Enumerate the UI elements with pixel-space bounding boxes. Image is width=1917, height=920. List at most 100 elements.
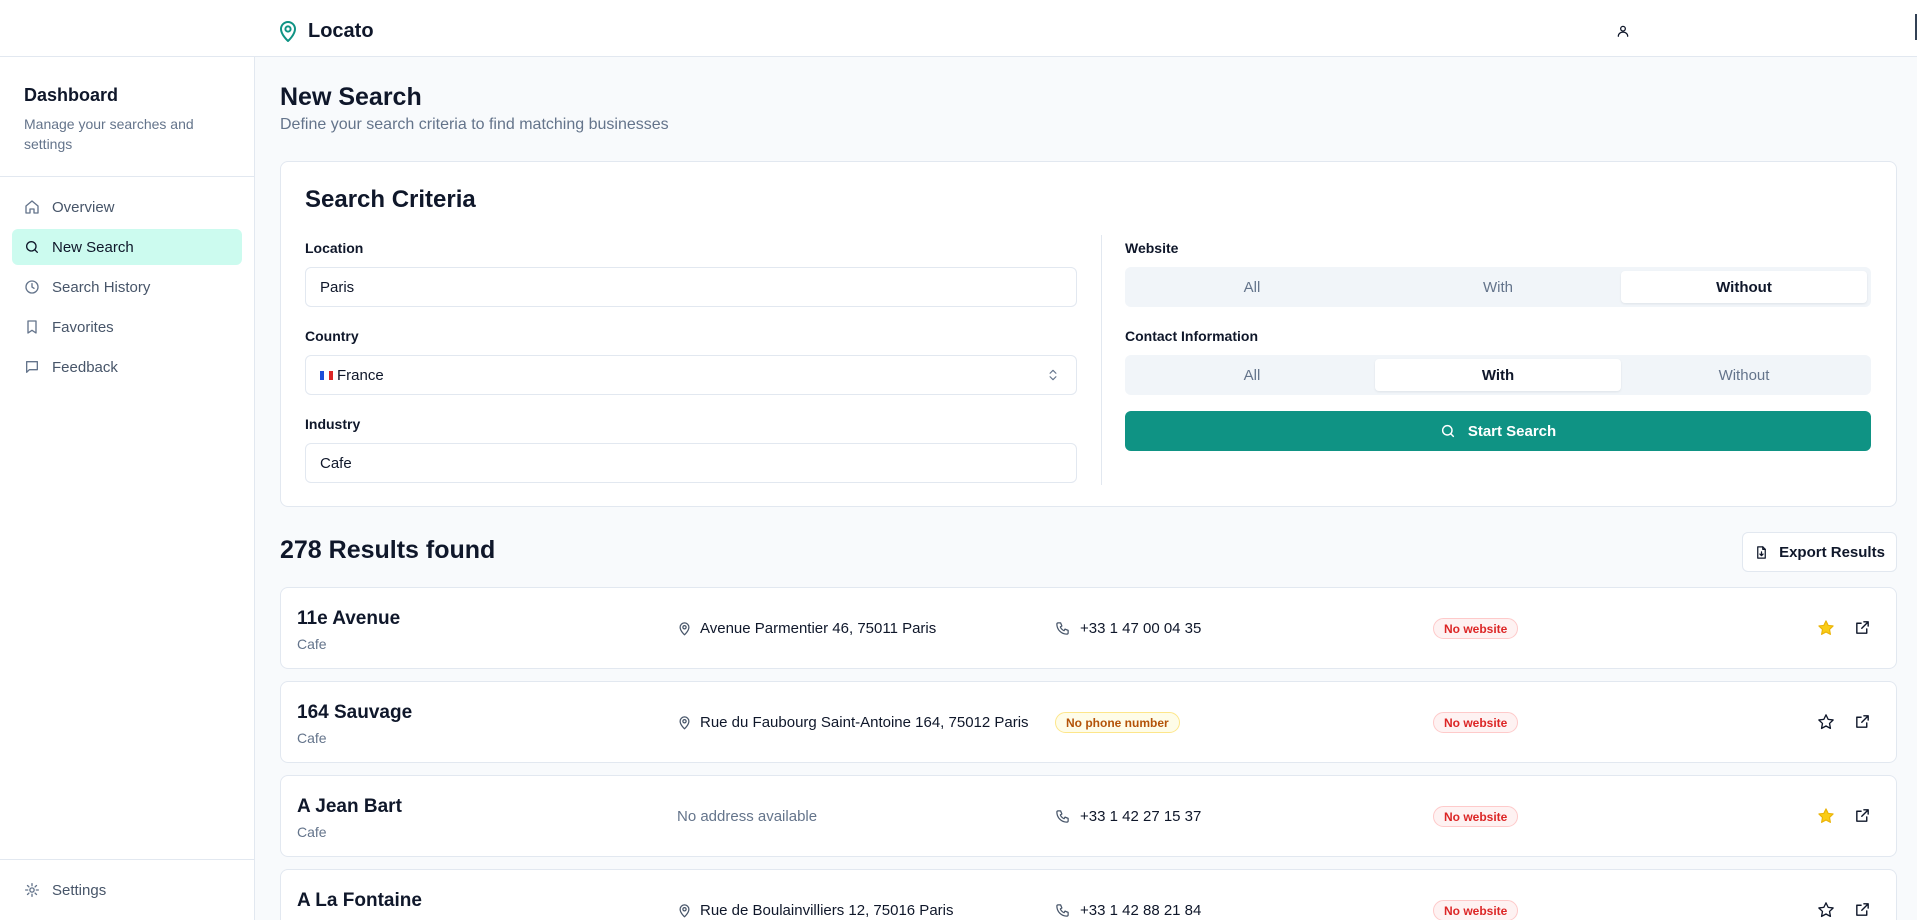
page-title: New Search: [280, 83, 422, 111]
location-label: Location: [305, 240, 364, 256]
card-title: Search Criteria: [305, 186, 476, 213]
map-pin-icon: [280, 21, 296, 42]
address-text: Rue de Boulainvilliers 12, 75016 Paris: [700, 902, 954, 919]
export-results-button[interactable]: Export Results: [1742, 532, 1897, 572]
clock-icon: [25, 280, 39, 294]
business-phone: +33 1 47 00 04 35: [1055, 620, 1201, 637]
result-row[interactable]: 11e Avenue Cafe Avenue Parmentier 46, 75…: [280, 587, 1897, 669]
external-link-icon[interactable]: [1854, 619, 1871, 636]
star-icon[interactable]: [1817, 619, 1835, 637]
map-pin-icon: [679, 904, 690, 918]
gear-icon: [25, 883, 39, 897]
result-row[interactable]: A Jean Bart Cafe No address available +3…: [280, 775, 1897, 857]
map-pin-icon: [679, 622, 690, 636]
bookmark-icon: [27, 320, 37, 334]
top-bar: Locato: [0, 0, 1917, 57]
contact-option-with[interactable]: With: [1375, 359, 1621, 391]
business-category: Cafe: [297, 636, 327, 652]
start-search-button[interactable]: Start Search: [1125, 411, 1871, 451]
business-address: No address available: [677, 808, 817, 825]
external-link-icon[interactable]: [1854, 713, 1871, 730]
address-text: Avenue Parmentier 46, 75011 Paris: [700, 620, 937, 637]
sidebar-item-feedback[interactable]: Feedback: [12, 349, 242, 385]
sidebar-item-new-search[interactable]: New Search: [12, 229, 242, 265]
sidebar-item-label: Overview: [52, 198, 115, 216]
result-row[interactable]: A La Fontaine Rue de Boulainvilliers 12,…: [280, 869, 1897, 920]
page-subtitle: Define your search criteria to find matc…: [280, 116, 669, 133]
phone-icon: [1056, 810, 1069, 823]
website-status-badge: No website: [1433, 712, 1519, 733]
phone-text: +33 1 42 27 15 37: [1080, 808, 1202, 825]
message-icon: [26, 361, 38, 373]
sidebar-item-favorites[interactable]: Favorites: [12, 309, 242, 345]
chevron-up-down-icon: [1049, 369, 1057, 381]
search-criteria-card: Search Criteria Location Paris Country F…: [280, 161, 1897, 507]
business-name: 164 Sauvage: [297, 702, 413, 723]
contact-filter: All With Without: [1125, 355, 1871, 395]
sidebar-item-label: New Search: [52, 238, 134, 256]
country-value: France: [337, 366, 384, 384]
address-text: Rue du Faubourg Saint-Antoine 164, 75012…: [700, 714, 1029, 731]
industry-value: Cafe: [320, 454, 352, 472]
map-pin-icon: [679, 716, 690, 730]
star-icon[interactable]: [1817, 807, 1835, 825]
phone-icon: [1056, 904, 1069, 917]
business-address: Rue du Faubourg Saint-Antoine 164, 75012…: [677, 714, 1029, 731]
result-row[interactable]: 164 Sauvage Cafe Rue du Faubourg Saint-A…: [280, 681, 1897, 763]
sidebar-item-overview[interactable]: Overview: [12, 189, 242, 225]
business-address: Rue de Boulainvilliers 12, 75016 Paris: [677, 902, 953, 919]
phone-status-badge: No phone number: [1055, 712, 1180, 733]
industry-label: Industry: [305, 416, 361, 432]
export-results-label: Export Results: [1779, 543, 1885, 561]
sidebar-title: Dashboard: [24, 85, 119, 105]
country-select[interactable]: France: [305, 355, 1077, 395]
website-status-badge: No website: [1433, 806, 1519, 827]
sidebar-item-label: Favorites: [52, 318, 114, 336]
sidebar-item-label: Feedback: [52, 358, 118, 376]
search-icon: [1441, 424, 1454, 438]
website-option-all[interactable]: All: [1129, 271, 1375, 303]
contact-option-all[interactable]: All: [1129, 359, 1375, 391]
website-option-without[interactable]: Without: [1621, 271, 1867, 303]
contact-filter-label: Contact Information: [1125, 328, 1258, 344]
business-name: 11e Avenue: [297, 608, 401, 629]
business-category: Cafe: [297, 730, 327, 746]
phone-text: +33 1 42 88 21 84: [1080, 902, 1202, 919]
phone-icon: [1056, 622, 1069, 635]
business-phone: +33 1 42 27 15 37: [1055, 808, 1201, 825]
sidebar-nav: Overview New Search Search History Favor…: [0, 177, 254, 401]
country-label: Country: [305, 328, 359, 344]
location-value: Paris: [320, 278, 355, 296]
home-icon: [25, 200, 39, 214]
user-menu-button[interactable]: [1612, 20, 1634, 42]
external-link-icon[interactable]: [1854, 807, 1871, 824]
website-status-badge: No website: [1433, 900, 1519, 920]
sidebar-header: Dashboard Manage your searches and setti…: [0, 57, 254, 177]
business-name: A La Fontaine: [297, 890, 422, 911]
search-icon: [26, 241, 38, 253]
user-icon: [1617, 25, 1629, 37]
external-link-icon[interactable]: [1854, 901, 1871, 918]
website-filter: All With Without: [1125, 267, 1871, 307]
industry-input[interactable]: Cafe: [305, 443, 1077, 483]
brand[interactable]: Locato: [276, 19, 374, 43]
website-option-with[interactable]: With: [1375, 271, 1621, 303]
sidebar-item-settings[interactable]: Settings: [0, 859, 255, 920]
brand-name: Locato: [308, 19, 374, 42]
column-divider: [1101, 235, 1102, 485]
sidebar-item-label: Search History: [52, 278, 151, 296]
contact-option-without[interactable]: Without: [1621, 359, 1867, 391]
location-input[interactable]: Paris: [305, 267, 1077, 307]
phone-text: +33 1 47 00 04 35: [1080, 620, 1202, 637]
star-icon[interactable]: [1817, 713, 1835, 731]
sidebar-subtitle: Manage your searches and settings: [24, 116, 194, 152]
start-search-label: Start Search: [1467, 422, 1557, 440]
website-filter-label: Website: [1125, 240, 1179, 256]
sidebar: Dashboard Manage your searches and setti…: [0, 57, 255, 920]
file-export-icon: [1757, 545, 1766, 559]
settings-label: Settings: [52, 881, 107, 899]
business-name: A Jean Bart: [297, 796, 402, 817]
star-icon[interactable]: [1817, 901, 1835, 919]
sidebar-item-search-history[interactable]: Search History: [12, 269, 242, 305]
business-category: Cafe: [297, 824, 327, 840]
